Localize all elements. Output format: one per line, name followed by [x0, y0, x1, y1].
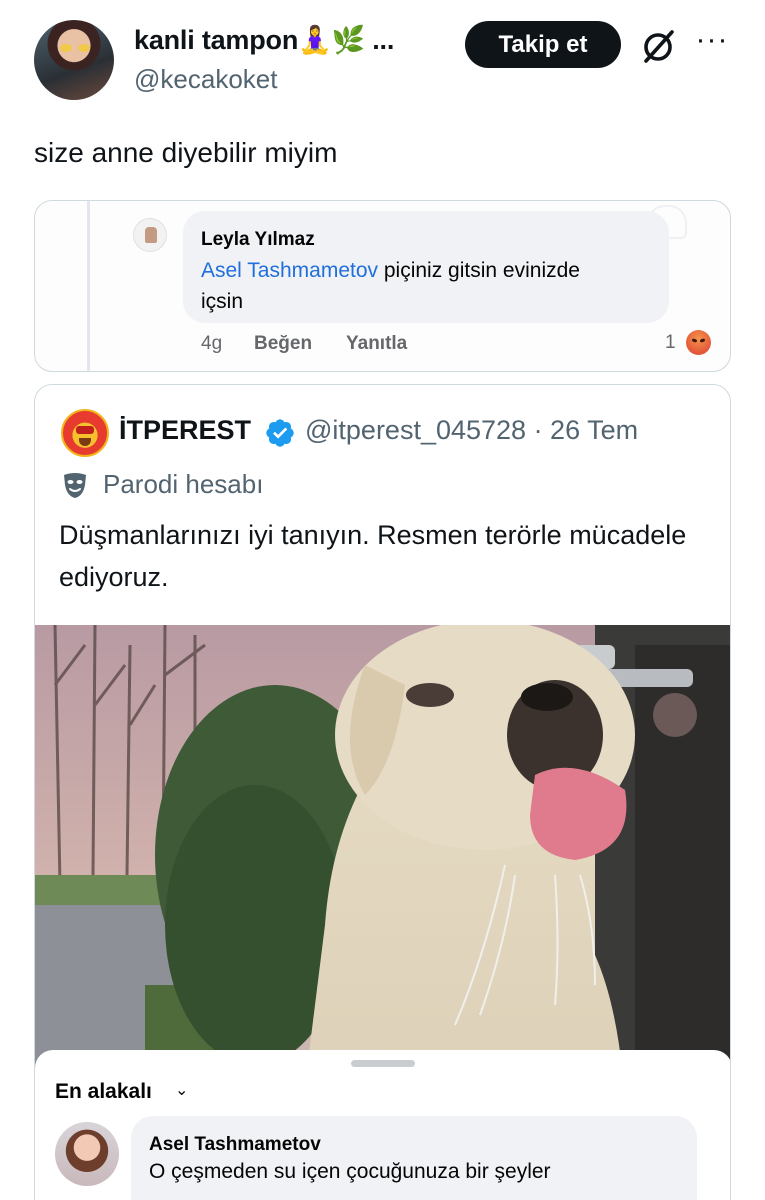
comment-screenshot-image[interactable]: Leyla Yılmaz Asel Tashmametov piçiniz gi…	[34, 200, 731, 372]
reaction-count: 1	[665, 332, 676, 353]
quoted-tweet-text: Düşmanlarınızı iyi tanıyın. Resmen terör…	[59, 520, 687, 592]
more-dots-icon[interactable]: ···	[694, 25, 730, 60]
comment-text-rest: piçiniz gitsin evinizde	[378, 259, 580, 282]
comment-mention: Asel Tashmametov	[201, 259, 379, 282]
comment-like-link: Beğen	[254, 333, 313, 354]
verified-badge-icon	[266, 419, 294, 447]
quoted-author-name: İTPEREST	[119, 415, 252, 445]
sheet-comment-text: O çeşmeden su içen çocuğunuza bir şeyler	[149, 1160, 551, 1183]
parody-account-label: Parodi hesabı	[103, 469, 264, 499]
comment-text: Asel Tashmametov piçiniz gitsin evinizde…	[201, 255, 661, 317]
comment-reply-link: Yanıtla	[346, 333, 408, 354]
sheet-comment-author: Asel Tashmametov	[149, 1134, 321, 1155]
comment-time: 4g	[201, 333, 223, 354]
sheet-comment-bubble: Asel Tashmametov O çeşmeden su içen çocu…	[131, 1116, 697, 1200]
grok-slash-icon[interactable]	[638, 26, 678, 66]
sort-dropdown-label: En alakalı	[55, 1080, 152, 1103]
dog-drinking-photo[interactable]: En alakalı ⌄ Asel Tashmametov O çeşmeden…	[35, 625, 730, 1200]
author-handle[interactable]: @kecakoket	[134, 64, 277, 95]
chevron-down-icon: ⌄	[175, 1082, 189, 1099]
comment-bubble: Leyla Yılmaz Asel Tashmametov piçiniz gi…	[183, 211, 669, 323]
follow-button[interactable]: Takip et	[465, 21, 621, 68]
author-display-name[interactable]: kanli tampon🧘‍♀️🌿 ...	[134, 24, 394, 56]
quoted-handle-and-date: @itperest_045728 · 26 Tem	[305, 415, 639, 445]
thread-line	[87, 201, 90, 371]
comments-bottom-sheet: En alakalı ⌄ Asel Tashmametov O çeşmeden…	[35, 1050, 730, 1200]
quoted-author-avatar	[61, 409, 109, 457]
parody-mask-icon	[64, 473, 86, 498]
tweet-text: size anne diyebilir miyim	[34, 137, 338, 168]
quoted-tweet[interactable]: İTPEREST @itperest_045728 · 26 Tem Parod…	[34, 384, 731, 1200]
sheet-commenter-avatar	[55, 1122, 119, 1186]
comment-text-line2: içsin	[201, 290, 244, 313]
comment-author: Leyla Yılmaz	[201, 229, 315, 250]
commenter-avatar	[133, 218, 167, 252]
author-avatar[interactable]	[34, 20, 114, 100]
angry-reaction-icon	[686, 330, 711, 355]
sheet-drag-handle	[351, 1060, 415, 1067]
tweet-header: kanli tampon🧘‍♀️🌿 ... @kecakoket Takip e…	[0, 0, 765, 120]
